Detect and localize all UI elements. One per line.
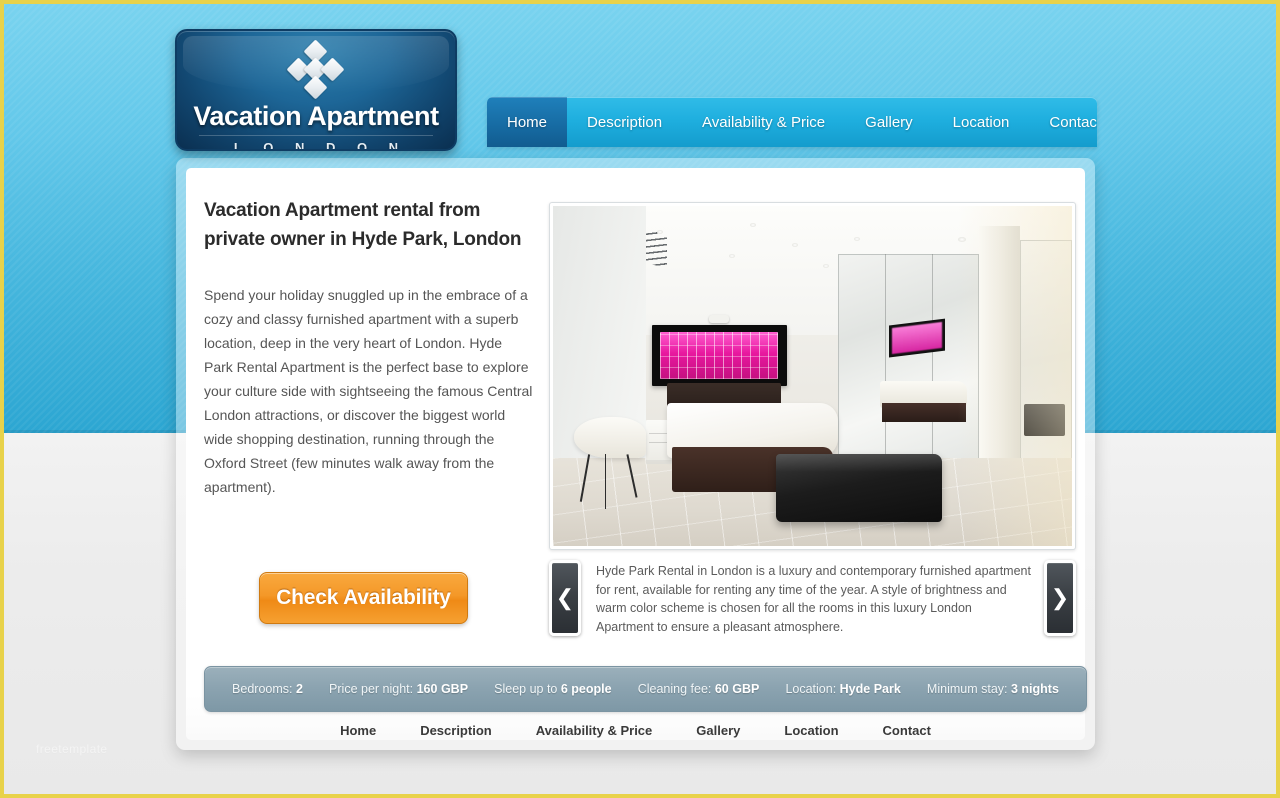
- slider-caption-row: ❮ Hyde Park Rental in London is a luxury…: [549, 560, 1076, 636]
- slider-prev-arrow-icon[interactable]: ❮: [549, 560, 581, 636]
- content-panel: Vacation Apartment rental from private o…: [186, 168, 1087, 740]
- nav-item-description[interactable]: Description: [567, 97, 682, 147]
- info-bedrooms: Bedrooms: 2: [232, 682, 303, 696]
- footer-navigation[interactable]: Home Description Availability & Price Ga…: [186, 723, 1085, 738]
- intro-column: Vacation Apartment rental from private o…: [204, 196, 534, 499]
- site-logo[interactable]: Vacation Apartment L O N D O N: [175, 29, 457, 151]
- footer-link-availability[interactable]: Availability & Price: [536, 723, 653, 738]
- property-info-bar: Bedrooms: 2 Price per night: 160 GBP Sle…: [204, 666, 1087, 712]
- intro-paragraph: Spend your holiday snuggled up in the em…: [204, 287, 533, 495]
- footer-link-gallery[interactable]: Gallery: [696, 723, 740, 738]
- hero-image-frame: [549, 202, 1076, 550]
- nav-item-gallery[interactable]: Gallery: [845, 97, 933, 147]
- info-cleaning-fee: Cleaning fee: 60 GBP: [638, 682, 760, 696]
- check-availability-button[interactable]: Check Availability: [259, 572, 468, 624]
- footer-link-contact[interactable]: Contact: [883, 723, 931, 738]
- info-location: Location: Hyde Park: [785, 682, 900, 696]
- footer-link-location[interactable]: Location: [784, 723, 838, 738]
- info-location-label: Location:: [785, 682, 837, 696]
- info-cleaning-fee-value: 60 GBP: [714, 682, 760, 696]
- info-price-value: 160 GBP: [416, 682, 469, 696]
- nav-item-availability[interactable]: Availability & Price: [682, 97, 845, 147]
- nav-item-home[interactable]: Home: [487, 97, 568, 147]
- logo-title: Vacation Apartment: [193, 101, 439, 131]
- info-sleeps: Sleep up to 6 people: [494, 682, 611, 696]
- nav-item-contact[interactable]: Contact: [1029, 97, 1097, 147]
- footer-link-description[interactable]: Description: [420, 723, 492, 738]
- page-title: Vacation Apartment rental from private o…: [204, 200, 522, 250]
- info-sleeps-label: Sleep up to: [494, 682, 558, 696]
- info-bedrooms-label: Bedrooms:: [232, 682, 293, 696]
- slider-next-arrow-icon[interactable]: ❯: [1044, 560, 1076, 636]
- info-minimum-stay: Minimum stay: 3 nights: [927, 682, 1059, 696]
- info-sleeps-value: 6 people: [560, 682, 612, 696]
- logo-subtitle: L O N D O N: [199, 135, 433, 149]
- info-bedrooms-value: 2: [295, 682, 303, 696]
- main-navigation[interactable]: Home Description Availability & Price Ga…: [487, 97, 1097, 147]
- info-cleaning-fee-label: Cleaning fee:: [637, 682, 712, 696]
- footer-link-home[interactable]: Home: [340, 723, 376, 738]
- info-price: Price per night: 160 GBP: [329, 682, 468, 696]
- info-location-value: Hyde Park: [839, 682, 901, 696]
- diamond-cross-icon: [177, 39, 455, 100]
- info-price-label: Price per night:: [329, 682, 414, 696]
- slider-caption-text: Hyde Park Rental in London is a luxury a…: [596, 564, 1031, 634]
- watermark-text: freetemplate: [36, 742, 108, 756]
- content-panel-wrapper: Vacation Apartment rental from private o…: [176, 158, 1095, 750]
- info-minimum-stay-value: 3 nights: [1010, 682, 1059, 696]
- nav-item-location[interactable]: Location: [933, 97, 1030, 147]
- hero-image-bedroom: [553, 206, 1072, 546]
- info-minimum-stay-label: Minimum stay:: [926, 682, 1008, 696]
